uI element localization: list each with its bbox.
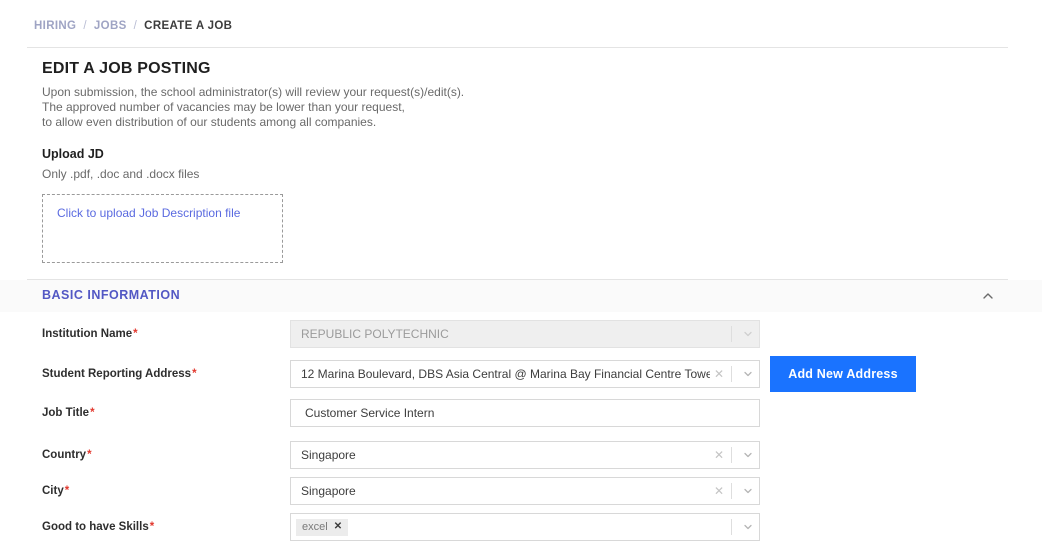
label-job-title: Job Title*: [42, 407, 95, 419]
field-row-country: Country* Singapore ✕: [0, 441, 1042, 477]
job-title-input[interactable]: Customer Service Intern: [290, 399, 760, 427]
label-city-text: City: [42, 485, 64, 497]
breadcrumb-separator: /: [83, 20, 87, 32]
divider: [731, 366, 732, 382]
upload-jd-dropzone[interactable]: Click to upload Job Description file: [42, 194, 283, 263]
header-divider: [27, 47, 1008, 48]
breadcrumb-item-hiring[interactable]: HIRING: [34, 20, 76, 32]
chevron-down-icon[interactable]: [737, 368, 759, 380]
institution-name-select: REPUBLIC POLYTECHNIC: [290, 320, 760, 348]
label-institution-name-text: Institution Name: [42, 328, 133, 340]
skill-chip-list: excel ✕: [291, 518, 728, 536]
upload-jd-subtitle: Only .pdf, .doc and .docx files: [42, 167, 200, 181]
chevron-down-icon[interactable]: [737, 485, 759, 497]
institution-name-value: REPUBLIC POLYTECHNIC: [301, 327, 449, 341]
skill-chip-label: excel: [302, 520, 328, 533]
student-reporting-address-select[interactable]: 12 Marina Boulevard, DBS Asia Central @ …: [290, 360, 760, 388]
required-asterisk: *: [149, 521, 155, 533]
divider: [731, 326, 732, 342]
city-value: Singapore: [301, 484, 356, 498]
label-country: Country*: [42, 449, 92, 461]
good-to-have-skills-multiselect[interactable]: excel ✕: [290, 513, 760, 541]
country-value: Singapore: [301, 448, 356, 462]
job-title-value: Customer Service Intern: [305, 406, 435, 420]
chevron-down-icon[interactable]: [737, 521, 759, 533]
required-asterisk: *: [90, 407, 95, 419]
label-country-text: Country: [42, 449, 87, 461]
page-title: EDIT A JOB POSTING: [42, 60, 211, 77]
required-asterisk: *: [87, 449, 92, 461]
label-job-title-text: Job Title: [42, 407, 90, 419]
required-asterisk: *: [133, 328, 138, 340]
city-select[interactable]: Singapore ✕: [290, 477, 760, 505]
field-row-good-to-have-skills: Good to have Skills* excel ✕: [0, 513, 1042, 549]
upload-jd-title: Upload JD: [42, 147, 104, 161]
page-description: Upon submission, the school administrato…: [42, 85, 464, 130]
breadcrumb-item-create-a-job: CREATE A JOB: [144, 20, 233, 32]
add-new-address-button[interactable]: Add New Address: [770, 356, 916, 392]
label-institution-name: Institution Name*: [42, 328, 138, 340]
page-description-line-2: The approved number of vacancies may be …: [42, 100, 405, 114]
breadcrumb: HIRING / JOBS / CREATE A JOB: [34, 20, 232, 32]
skill-chip[interactable]: excel ✕: [296, 518, 349, 536]
page-description-line-1: Upon submission, the school administrato…: [42, 85, 465, 99]
divider: [731, 519, 732, 535]
divider: [731, 483, 732, 499]
required-asterisk: *: [192, 368, 197, 380]
close-icon[interactable]: ✕: [710, 368, 728, 380]
label-city: City*: [42, 485, 69, 497]
field-row-institution-name: Institution Name* REPUBLIC POLYTECHNIC: [0, 320, 1042, 356]
label-student-reporting-address-text: Student Reporting Address: [42, 368, 192, 380]
chevron-up-icon[interactable]: [980, 288, 996, 304]
page-description-line-3: to allow even distribution of our studen…: [42, 115, 377, 129]
field-row-job-title: Job Title* Customer Service Intern: [0, 399, 1042, 435]
close-icon[interactable]: ✕: [710, 485, 728, 497]
chevron-down-icon: [737, 328, 759, 340]
section-title-basic-information: BASIC INFORMATION: [42, 288, 181, 302]
close-icon[interactable]: ✕: [334, 521, 342, 532]
breadcrumb-item-jobs[interactable]: JOBS: [94, 20, 127, 32]
country-select[interactable]: Singapore ✕: [290, 441, 760, 469]
required-asterisk: *: [64, 485, 70, 497]
breadcrumb-separator: /: [133, 20, 138, 32]
chevron-down-icon[interactable]: [737, 449, 759, 461]
close-icon[interactable]: ✕: [710, 449, 728, 461]
field-row-city: City* Singapore ✕: [0, 477, 1042, 513]
label-good-to-have-skills-text: Good to have Skills: [42, 521, 149, 533]
divider: [731, 447, 732, 463]
label-good-to-have-skills: Good to have Skills*: [42, 521, 154, 533]
student-reporting-address-value: 12 Marina Boulevard, DBS Asia Central @ …: [301, 367, 710, 381]
upload-jd-link[interactable]: Click to upload Job Description file: [57, 206, 240, 220]
label-student-reporting-address: Student Reporting Address*: [42, 368, 197, 380]
